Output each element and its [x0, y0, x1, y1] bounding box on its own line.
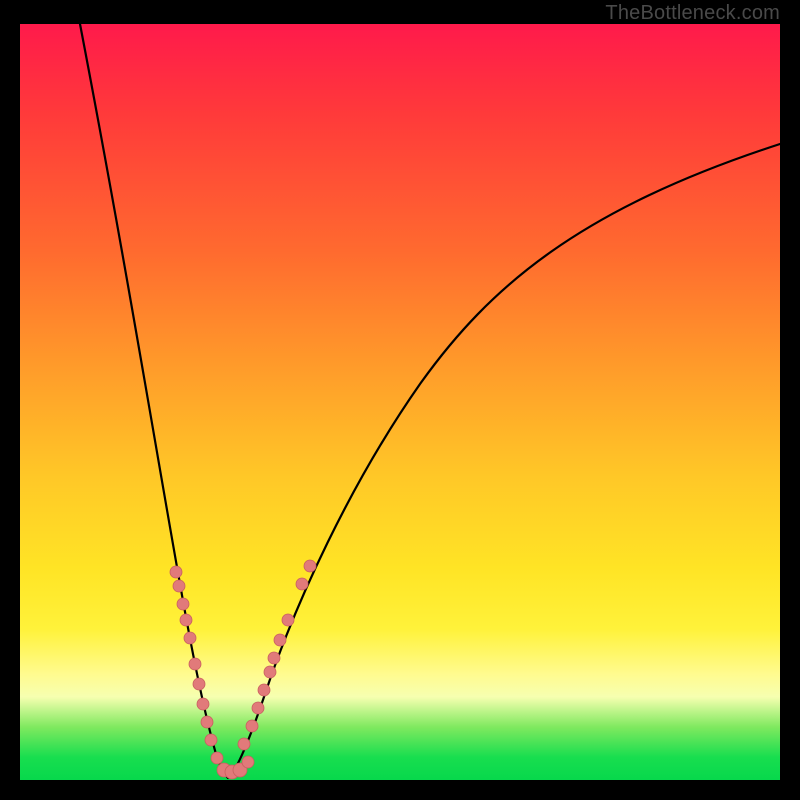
marker-point — [193, 678, 205, 690]
watermark-text: TheBottleneck.com — [605, 2, 780, 25]
marker-point — [238, 738, 250, 750]
curve-paths — [80, 24, 780, 778]
marker-point — [264, 666, 276, 678]
marker-point — [282, 614, 294, 626]
marker-point — [304, 560, 316, 572]
curve-svg — [20, 24, 780, 780]
marker-point — [189, 658, 201, 670]
marker-point — [296, 578, 308, 590]
marker-point — [201, 716, 213, 728]
marker-point — [170, 566, 182, 578]
marker-point — [242, 756, 254, 768]
marker-point — [252, 702, 264, 714]
plot-area — [20, 24, 780, 780]
marker-point — [184, 632, 196, 644]
marker-point — [211, 752, 223, 764]
marker-point — [197, 698, 209, 710]
marker-point — [173, 580, 185, 592]
marker-point — [274, 634, 286, 646]
marker-point — [205, 734, 217, 746]
chart-stage: TheBottleneck.com — [0, 0, 800, 800]
marker-point — [258, 684, 270, 696]
marker-point — [180, 614, 192, 626]
curve-markers — [170, 560, 316, 779]
marker-point — [268, 652, 280, 664]
series-curve-left — [80, 24, 228, 778]
marker-point — [177, 598, 189, 610]
marker-point — [246, 720, 258, 732]
series-curve-right — [228, 144, 780, 778]
